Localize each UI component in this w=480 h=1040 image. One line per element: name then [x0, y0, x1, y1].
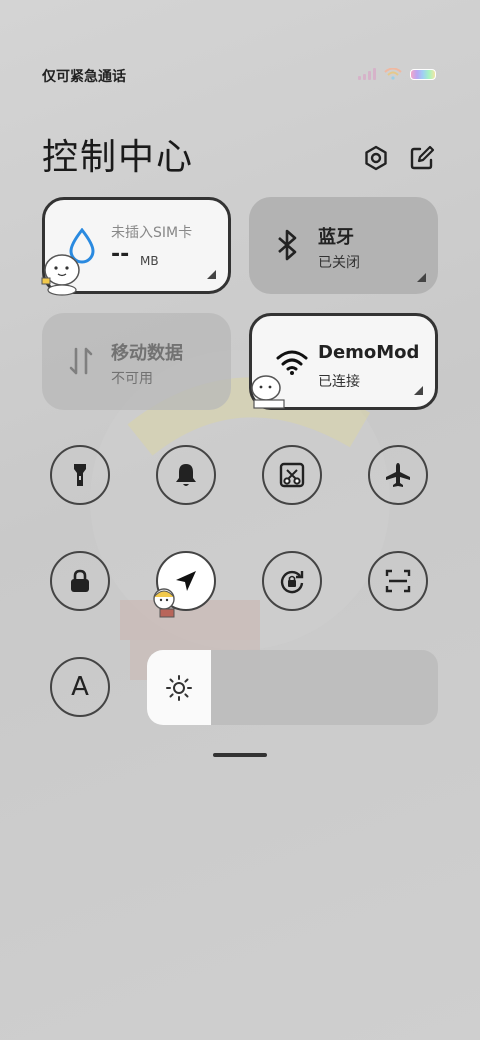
bluetooth-icon — [278, 229, 297, 261]
signal-icon — [358, 68, 376, 80]
flashlight-icon — [74, 464, 86, 486]
sticker-character-icon — [153, 588, 175, 618]
sun-icon — [166, 674, 192, 701]
status-icons — [358, 68, 436, 80]
flashlight-toggle[interactable] — [50, 445, 110, 505]
sticker-character-icon — [41, 254, 80, 296]
airplane-icon — [386, 463, 410, 487]
scanner-toggle[interactable] — [368, 551, 428, 611]
sim-status-label: 未插入SIM卡 — [111, 225, 193, 241]
bluetooth-status: 已关闭 — [318, 255, 360, 271]
wifi-network-name: DemoMod — [318, 342, 420, 363]
status-emergency-calls: 仅可紧急通话 — [42, 69, 126, 85]
mute-toggle[interactable] — [156, 445, 216, 505]
rotation-lock-icon — [280, 570, 304, 594]
battery-icon — [410, 68, 436, 80]
mobile-data-status: 不可用 — [111, 371, 153, 387]
home-indicator[interactable] — [213, 753, 267, 757]
screenshot-toggle[interactable] — [262, 445, 322, 505]
gear-icon — [365, 145, 387, 171]
expand-corner-icon — [414, 386, 423, 395]
edit-button[interactable] — [408, 144, 438, 174]
settings-button[interactable] — [362, 144, 392, 174]
airplane-mode-toggle[interactable] — [368, 445, 428, 505]
data-usage-value: -- — [111, 242, 130, 267]
screenshot-icon — [279, 462, 305, 488]
sticker-character-icon — [251, 375, 285, 409]
page-title: 控制中心 — [42, 137, 195, 178]
mobile-data-label: 移动数据 — [111, 343, 183, 364]
edit-icon — [410, 145, 435, 170]
bell-icon — [176, 464, 196, 486]
wifi-status: 已连接 — [318, 374, 360, 390]
wifi-status-icon — [384, 68, 402, 80]
lock-screen-toggle[interactable] — [50, 551, 110, 611]
lock-icon — [71, 569, 89, 592]
expand-corner-icon — [417, 273, 426, 282]
bluetooth-tile[interactable]: 蓝牙 已关闭 — [249, 197, 438, 294]
auto-brightness-toggle[interactable]: A — [50, 657, 110, 717]
bluetooth-label: 蓝牙 — [318, 227, 354, 248]
auto-brightness-label: A — [71, 672, 89, 702]
mobile-data-icon — [69, 347, 93, 375]
mobile-data-tile[interactable]: 移动数据 不可用 — [42, 313, 231, 410]
scan-icon — [385, 569, 411, 593]
data-usage-unit: MB — [140, 254, 159, 268]
rotation-lock-toggle[interactable] — [262, 551, 322, 611]
expand-corner-icon — [207, 270, 216, 279]
brightness-fill[interactable] — [147, 650, 211, 725]
